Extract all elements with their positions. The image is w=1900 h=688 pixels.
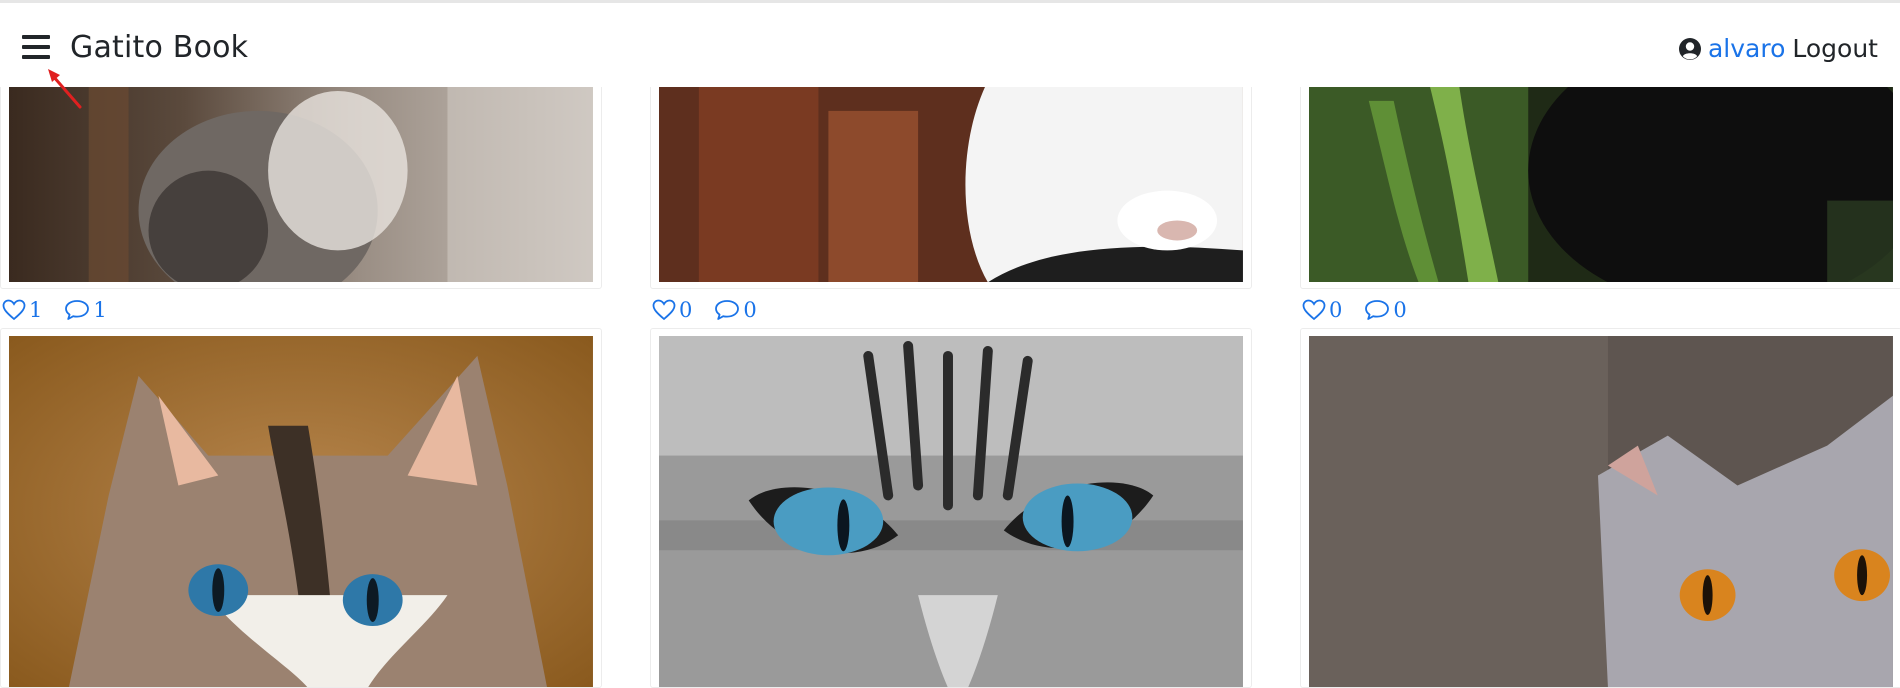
comment-count: 0 (1393, 298, 1407, 322)
speech-bubble-icon (65, 300, 90, 320)
speech-bubble-icon (1365, 300, 1390, 320)
cat-photo[interactable] (659, 336, 1243, 688)
comment-button[interactable]: 0 (1364, 298, 1407, 322)
top-navbar: Gatito Book alvaro Logout (0, 3, 1900, 109)
hamburger-icon-bar (22, 45, 50, 49)
speech-bubble-icon (715, 300, 740, 320)
post-card-1[interactable] (0, 80, 602, 289)
logout-link[interactable]: Logout (1792, 34, 1878, 63)
annotation-arrow-icon (48, 69, 82, 109)
cat-photo[interactable] (659, 81, 1243, 283)
user-menu: alvaro Logout (1678, 34, 1878, 63)
heart-outline-icon (1302, 299, 1326, 321)
comment-button[interactable]: 1 (64, 298, 107, 322)
post-actions-1: 1 1 (2, 295, 107, 325)
cat-photo[interactable] (9, 336, 593, 688)
post-actions-2: 0 0 (652, 295, 757, 325)
like-count: 1 (29, 298, 43, 322)
like-count: 0 (1329, 298, 1343, 322)
comment-count: 0 (743, 298, 757, 322)
menu-toggle-button[interactable] (22, 35, 50, 59)
like-button[interactable]: 0 (1302, 298, 1342, 322)
comment-count: 1 (93, 298, 107, 322)
cat-photo[interactable] (1309, 81, 1893, 283)
app-brand[interactable]: Gatito Book (70, 30, 248, 65)
user-circle-icon (1678, 37, 1701, 60)
post-card-6[interactable] (1300, 328, 1900, 688)
post-card-5[interactable] (650, 328, 1252, 688)
post-card-3[interactable] (1300, 80, 1900, 289)
cat-photo[interactable] (9, 81, 593, 283)
cat-photo[interactable] (1309, 336, 1893, 688)
heart-outline-icon (2, 299, 26, 321)
hamburger-icon-bar (22, 35, 50, 39)
post-card-2[interactable] (650, 80, 1252, 289)
like-count: 0 (679, 298, 693, 322)
comment-button[interactable]: 0 (714, 298, 757, 322)
post-actions-3: 0 0 (1302, 295, 1407, 325)
like-button[interactable]: 0 (652, 298, 692, 322)
like-button[interactable]: 1 (2, 298, 42, 322)
post-card-4[interactable] (0, 328, 602, 688)
username-link[interactable]: alvaro (1708, 34, 1785, 63)
heart-outline-icon (652, 299, 676, 321)
hamburger-icon-bar (22, 55, 50, 59)
